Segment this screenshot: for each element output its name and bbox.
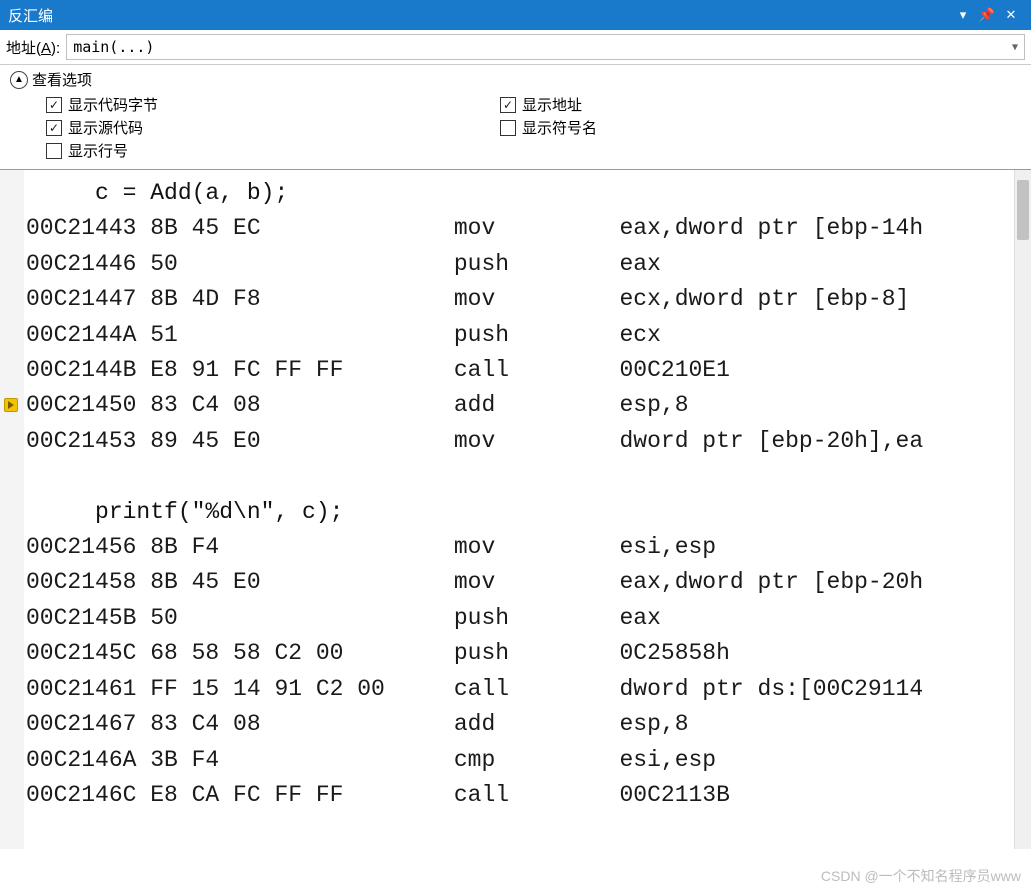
checkbox-label: 显示行号 <box>68 140 128 161</box>
collapse-icon: ▲ <box>10 71 28 89</box>
checkbox-icon: ✓ <box>46 97 62 113</box>
asm-line[interactable]: 00C21456 8B F4 mov esi,esp <box>26 530 1013 565</box>
asm-line[interactable]: 00C21467 83 C4 08 add esp,8 <box>26 707 1013 742</box>
address-combobox[interactable]: main(...) ▼ <box>66 34 1025 60</box>
option-left-1[interactable]: ✓ 显示源代码 <box>46 117 500 138</box>
option-left-0[interactable]: ✓ 显示代码字节 <box>46 94 500 115</box>
address-value: main(...) <box>73 38 154 56</box>
asm-line[interactable]: 00C21461 FF 15 14 91 C2 00 call dword pt… <box>26 672 1013 707</box>
asm-line[interactable]: 00C2145B 50 push eax <box>26 601 1013 636</box>
option-right-1[interactable]: 显示符号名 <box>500 117 597 138</box>
asm-line[interactable]: 00C2146A 3B F4 cmp esi,esp <box>26 743 1013 778</box>
view-options-toggle[interactable]: ▲ 查看选项 <box>10 69 1021 90</box>
scrollbar[interactable] <box>1014 170 1031 849</box>
code-listing[interactable]: c = Add(a, b);00C21443 8B 45 EC mov eax,… <box>26 170 1013 849</box>
titlebar: 反汇编 ▾ 📌 ✕ <box>0 0 1031 30</box>
checkbox-icon: ✓ <box>500 97 516 113</box>
source-line[interactable]: printf("%d\n", c); <box>26 495 1013 530</box>
watermark: CSDN @一个不知名程序员www <box>821 866 1021 886</box>
asm-line[interactable]: 00C2144B E8 91 FC FF FF call 00C210E1 <box>26 353 1013 388</box>
current-instruction-icon <box>4 398 18 412</box>
checkbox-icon: ✓ <box>46 120 62 136</box>
window-menu-button[interactable]: ▾ <box>951 7 975 23</box>
checkbox-label: 显示符号名 <box>522 117 597 138</box>
view-options-panel: ▲ 查看选项 ✓ 显示代码字节 ✓ 显示源代码显示行号 ✓ 显示地址显示符号名 <box>0 65 1031 169</box>
chevron-down-icon[interactable]: ▼ <box>1012 42 1018 53</box>
asm-line[interactable]: 00C21446 50 push eax <box>26 247 1013 282</box>
option-left-2[interactable]: 显示行号 <box>46 140 500 161</box>
asm-line[interactable]: 00C21450 83 C4 08 add esp,8 <box>26 388 1013 423</box>
blank-line[interactable] <box>26 459 1013 494</box>
asm-line[interactable]: 00C21447 8B 4D F8 mov ecx,dword ptr [ebp… <box>26 282 1013 317</box>
close-icon[interactable]: ✕ <box>999 7 1023 23</box>
scrollbar-thumb[interactable] <box>1017 180 1029 240</box>
address-row: 地址(A): main(...) ▼ <box>0 30 1031 65</box>
asm-line[interactable]: 00C21458 8B 45 E0 mov eax,dword ptr [ebp… <box>26 565 1013 600</box>
asm-line[interactable]: 00C2146C E8 CA FC FF FF call 00C2113B <box>26 778 1013 813</box>
option-right-0[interactable]: ✓ 显示地址 <box>500 94 597 115</box>
address-label: 地址(A): <box>6 37 60 58</box>
asm-line[interactable]: 00C2145C 68 58 58 C2 00 push 0C25858h <box>26 636 1013 671</box>
asm-line[interactable]: 00C2144A 51 push ecx <box>26 318 1013 353</box>
disassembly-area: c = Add(a, b);00C21443 8B 45 EC mov eax,… <box>0 169 1031 849</box>
checkbox-label: 显示代码字节 <box>68 94 158 115</box>
pin-icon[interactable]: 📌 <box>975 7 999 23</box>
checkbox-icon <box>46 143 62 159</box>
gutter <box>0 170 24 849</box>
checkbox-icon <box>500 120 516 136</box>
source-line[interactable]: c = Add(a, b); <box>26 176 1013 211</box>
asm-line[interactable]: 00C21443 8B 45 EC mov eax,dword ptr [ebp… <box>26 211 1013 246</box>
checkbox-label: 显示源代码 <box>68 117 143 138</box>
window-title: 反汇编 <box>8 5 951 26</box>
asm-line[interactable]: 00C21453 89 45 E0 mov dword ptr [ebp-20h… <box>26 424 1013 459</box>
checkbox-label: 显示地址 <box>522 94 582 115</box>
